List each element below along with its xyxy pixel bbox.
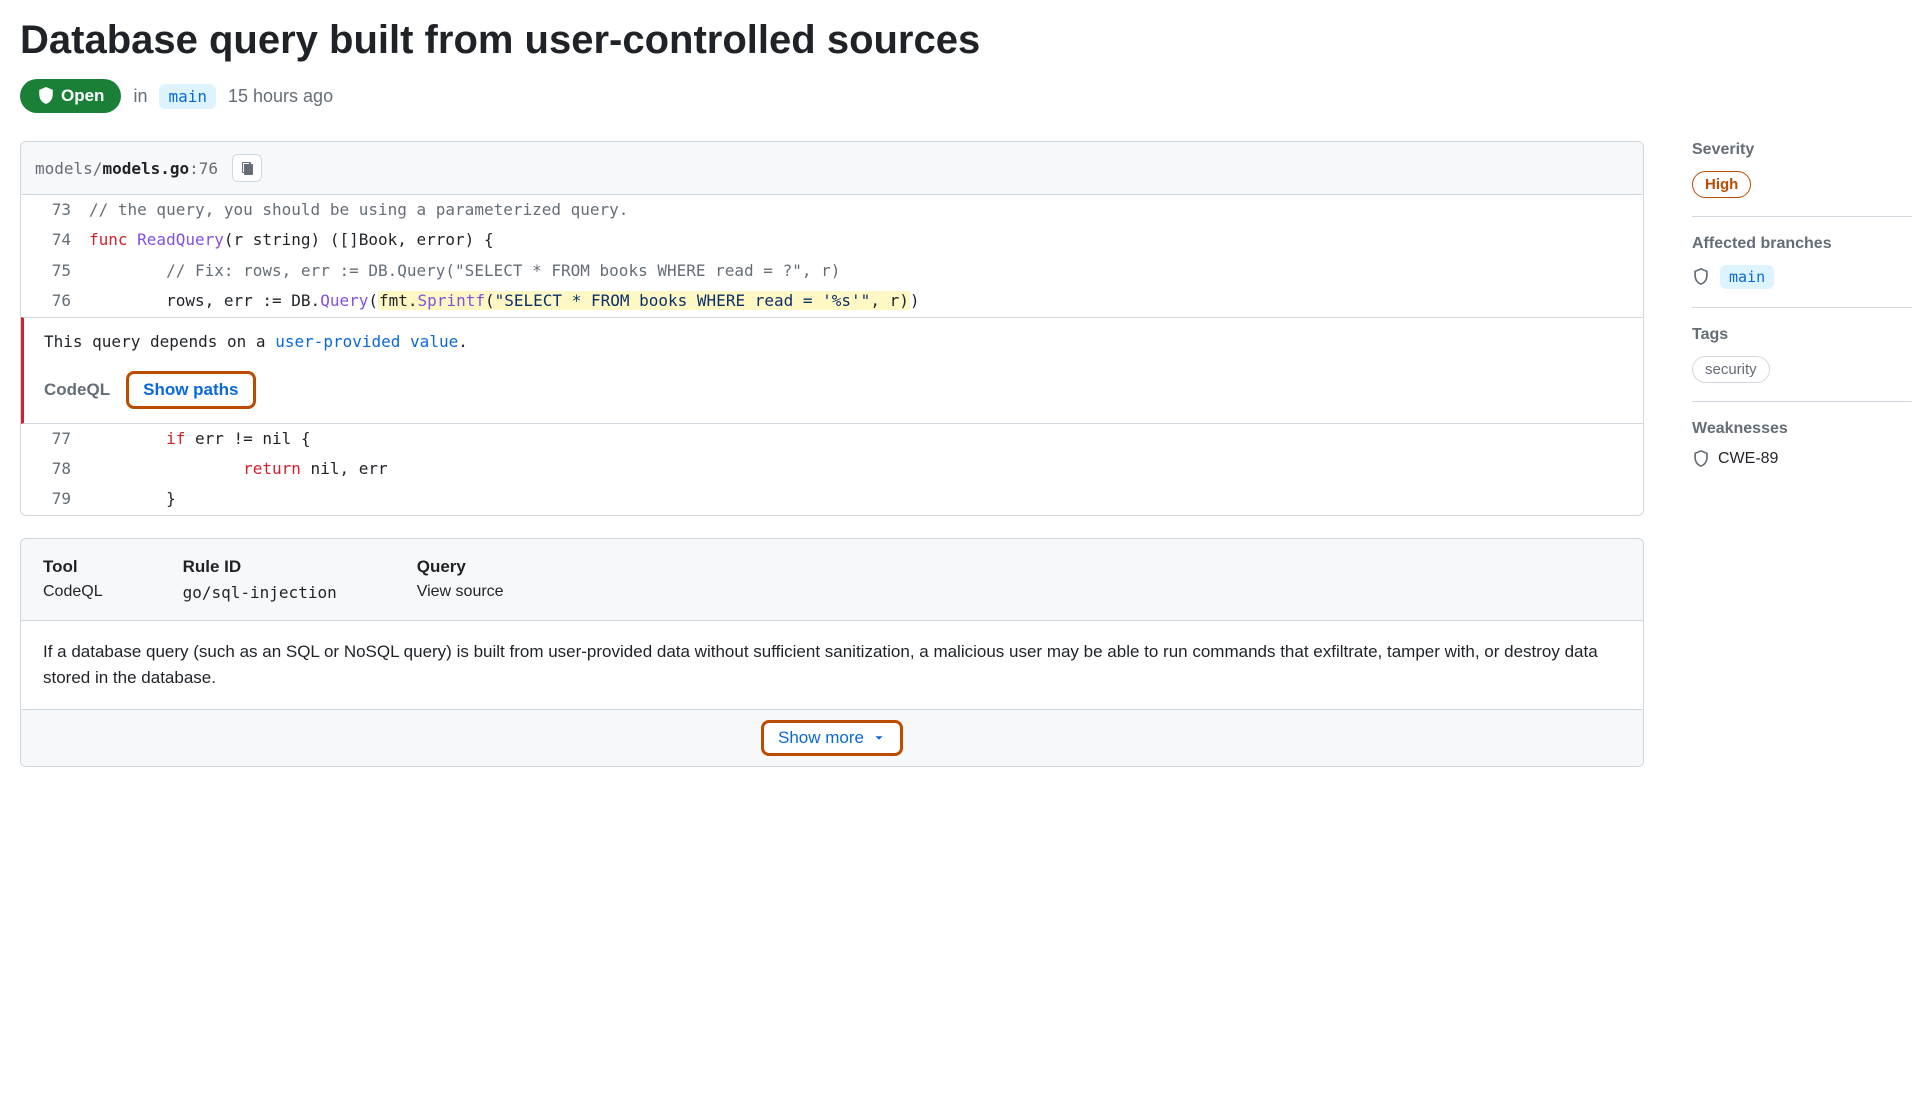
code-line: 73 // the query, you should be using a p… <box>21 195 1643 225</box>
meta-rule-id: Rule ID go/sql-injection <box>183 557 337 602</box>
show-paths-button[interactable]: Show paths <box>126 371 255 409</box>
sidebar-weaknesses: Weaknesses CWE-89 <box>1692 402 1912 486</box>
meta-value: go/sql-injection <box>183 583 337 602</box>
code-token: "SELECT * FROM books WHERE read = '%s'" <box>495 291 871 310</box>
meta-panel: Tool CodeQL Rule ID go/sql-injection Que… <box>20 538 1644 768</box>
severity-pill: High <box>1692 171 1751 198</box>
code-token <box>89 459 243 478</box>
code-token: func <box>89 230 128 249</box>
code-token: } <box>89 489 176 508</box>
meta-heading: Tool <box>43 557 103 577</box>
code-token: ( <box>485 291 495 310</box>
line-number: 75 <box>21 256 89 286</box>
weakness-row[interactable]: CWE-89 <box>1692 450 1912 468</box>
code-token: Query <box>320 291 368 310</box>
file-path-dir: models/ <box>35 159 102 178</box>
page-title: Database query built from user-controlle… <box>20 18 1912 63</box>
meta-heading: Query <box>417 557 504 577</box>
code-token <box>89 429 166 448</box>
line-number: 77 <box>21 424 89 454</box>
code-token: ReadQuery <box>128 230 224 249</box>
code-token: return <box>243 459 301 478</box>
chevron-down-icon <box>872 731 886 745</box>
code-lines: 73 // the query, you should be using a p… <box>21 195 1643 317</box>
shield-icon <box>1692 450 1710 468</box>
code-token: (r string) ([]Book, error) { <box>224 230 494 249</box>
copy-button[interactable] <box>232 154 262 182</box>
file-path-line: :76 <box>189 159 218 178</box>
line-number: 78 <box>21 454 89 484</box>
meta-grid: Tool CodeQL Rule ID go/sql-injection Que… <box>21 539 1643 621</box>
code-token: if <box>166 429 185 448</box>
code-token: , r) <box>870 291 909 310</box>
weakness-label: CWE-89 <box>1718 450 1778 468</box>
code-token: // Fix: rows, err := DB.Query("SELECT * … <box>89 261 840 280</box>
code-token: ( <box>368 291 378 310</box>
status-text: Open <box>61 86 104 106</box>
code-panel-header: models/models.go:76 <box>21 142 1643 195</box>
line-number: 79 <box>21 484 89 514</box>
line-number: 74 <box>21 225 89 255</box>
code-lines: 77 if err != nil { 78 return nil, err 79… <box>21 424 1643 515</box>
meta-tool: Tool CodeQL <box>43 557 103 602</box>
meta-footer: Show more <box>21 709 1643 766</box>
code-token: // the query, you should be using a para… <box>89 200 628 219</box>
code-token: Sprintf <box>418 291 485 310</box>
in-label: in <box>133 86 147 107</box>
tag-pill[interactable]: security <box>1692 356 1770 383</box>
alert-text: . <box>458 332 468 351</box>
shield-icon <box>37 87 55 105</box>
branch-row[interactable]: main <box>1692 265 1912 289</box>
code-line: 79 } <box>21 484 1643 514</box>
code-line: 76 rows, err := DB.Query(fmt.Sprintf("SE… <box>21 286 1643 316</box>
line-number: 76 <box>21 286 89 316</box>
sidebar-heading: Tags <box>1692 326 1912 344</box>
sidebar-heading: Severity <box>1692 141 1912 159</box>
meta-value-link[interactable]: View source <box>417 583 504 601</box>
line-number: 73 <box>21 195 89 225</box>
status-badge: Open <box>20 79 121 113</box>
sidebar-severity: Severity High <box>1692 141 1912 217</box>
code-line: 77 if err != nil { <box>21 424 1643 454</box>
code-line: 74 func ReadQuery(r string) ([]Book, err… <box>21 225 1643 255</box>
sidebar-tags: Tags security <box>1692 308 1912 402</box>
code-line: 78 return nil, err <box>21 454 1643 484</box>
codeql-label: CodeQL <box>44 380 110 400</box>
code-token: nil, err <box>301 459 388 478</box>
copy-icon <box>239 160 255 176</box>
age-text: 15 hours ago <box>228 86 333 107</box>
sidebar-heading: Affected branches <box>1692 235 1912 253</box>
code-token: rows, err := DB. <box>89 291 320 310</box>
branch-pill[interactable]: main <box>159 84 216 109</box>
code-token: ) <box>910 291 920 310</box>
file-path-name: models.go <box>102 159 189 178</box>
meta-query: Query View source <box>417 557 504 602</box>
sidebar: Severity High Affected branches main Tag… <box>1692 141 1912 486</box>
meta-heading: Rule ID <box>183 557 337 577</box>
code-token: . <box>408 291 418 310</box>
sidebar-branches: Affected branches main <box>1692 217 1912 308</box>
alert-text: This query depends on a <box>44 332 275 351</box>
meta-value: CodeQL <box>43 583 103 601</box>
show-more-label: Show more <box>778 728 864 748</box>
alert-message: This query depends on a user-provided va… <box>44 332 1633 351</box>
code-token: err != nil { <box>185 429 310 448</box>
meta-row: Open in main 15 hours ago <box>20 79 1912 113</box>
alert-block: This query depends on a user-provided va… <box>21 317 1643 424</box>
code-token: fmt <box>379 291 408 310</box>
show-more-button[interactable]: Show more <box>761 720 903 756</box>
code-line: 75 // Fix: rows, err := DB.Query("SELECT… <box>21 256 1643 286</box>
alert-link[interactable]: user-provided value <box>275 332 458 351</box>
meta-description: If a database query (such as an SQL or N… <box>21 621 1643 710</box>
shield-icon <box>1692 268 1710 286</box>
branch-pill[interactable]: main <box>1720 265 1774 289</box>
code-panel: models/models.go:76 73 // the query, you… <box>20 141 1644 516</box>
sidebar-heading: Weaknesses <box>1692 420 1912 438</box>
